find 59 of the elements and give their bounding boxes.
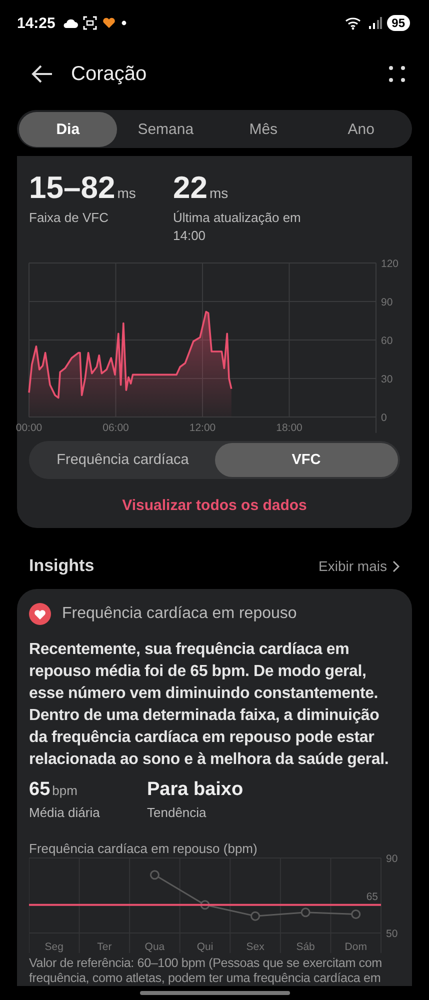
y-axis-label: 90 xyxy=(386,852,398,865)
reference-note: Valor de referência: 60–100 bpm (Pessoas que se exercitam com frequência, como atletas, podem ter uma frequência cardíaca em xyxy=(29,956,383,986)
day-label: Sáb xyxy=(296,940,315,953)
data-point xyxy=(300,907,310,917)
signal-icon xyxy=(368,17,382,29)
period-tab[interactable]: Dia xyxy=(19,112,117,146)
stat-label: Faixa de VFC xyxy=(29,209,110,227)
y-axis-label: 120 xyxy=(381,258,399,270)
wifi-icon xyxy=(344,16,363,30)
back-arrow-icon[interactable] xyxy=(30,64,54,84)
metric-toggle-option[interactable]: Frequência cardíaca xyxy=(31,443,214,478)
day-label: Seg xyxy=(44,940,64,953)
screen-capture-icon xyxy=(83,16,98,30)
battery-indicator: 95 xyxy=(386,15,410,31)
day-label: Dom xyxy=(344,940,367,953)
y-axis-label: 50 xyxy=(386,928,398,940)
stat-value: 22 xyxy=(173,170,208,206)
period-tab[interactable]: Ano xyxy=(312,112,410,146)
day-label: Sex xyxy=(246,940,264,953)
y-axis-label: 60 xyxy=(381,335,393,348)
stat-unit: ms xyxy=(209,185,228,201)
x-axis-label: 12:00 xyxy=(189,422,216,434)
day-label: Qua xyxy=(144,940,165,953)
x-axis-label: 18:00 xyxy=(276,422,302,434)
data-point xyxy=(351,909,361,919)
data-point xyxy=(150,870,160,880)
y-axis-label: 30 xyxy=(381,374,393,386)
show-more-link[interactable]: Exibir mais xyxy=(318,558,400,574)
page-title: Coração xyxy=(71,62,147,86)
stat-unit: bpm xyxy=(52,783,78,798)
heart-icon xyxy=(102,17,116,29)
x-axis-label: 06:00 xyxy=(102,422,129,434)
insight-title: Frequência cardíaca em repouso xyxy=(62,605,297,624)
data-point xyxy=(250,910,260,920)
stat-value: 15–82 xyxy=(29,170,116,206)
stat-value: Para baixo xyxy=(147,779,244,802)
y-axis-label: 90 xyxy=(381,296,393,309)
chevron-right-icon xyxy=(392,560,400,573)
status-time: 14:25 xyxy=(17,14,56,32)
chart-title: Frequência cardíaca em repouso (bpm) xyxy=(29,840,258,856)
notification-dot-icon xyxy=(121,20,128,26)
section-title: Insights xyxy=(29,556,96,576)
period-tab[interactable]: Mês xyxy=(214,112,312,146)
day-label: Qui xyxy=(196,940,214,953)
metric-toggle-option[interactable]: VFC xyxy=(214,443,398,478)
cloud-icon xyxy=(62,17,78,29)
day-label: Ter xyxy=(97,940,112,953)
more-options-icon[interactable] xyxy=(387,64,407,84)
stat-unit: ms xyxy=(117,185,136,201)
reference-value: 65 xyxy=(366,890,378,902)
view-all-data-link[interactable]: Visualizar todos os dados xyxy=(122,497,307,514)
stat-label: Última atualização em 14:00 xyxy=(173,209,302,246)
stat-label: Média diária xyxy=(29,804,101,822)
y-axis-label: 0 xyxy=(381,412,387,424)
x-axis-label: 00:00 xyxy=(16,422,42,434)
insight-paragraph: Recentemente, sua frequência cardíaca em repouso média foi de 65 bpm. De modo geral, esse número vem diminuindo constantemente. Dentro de uma determinada faixa, a diminuição da frequência cardíaca em repouso pode estar relacionada ao sono e à melhora da saúde geral. xyxy=(29,640,390,770)
period-tab[interactable]: Semana xyxy=(116,112,214,146)
stat-value: 65 xyxy=(29,779,50,802)
stat-label: Tendência xyxy=(147,804,208,822)
